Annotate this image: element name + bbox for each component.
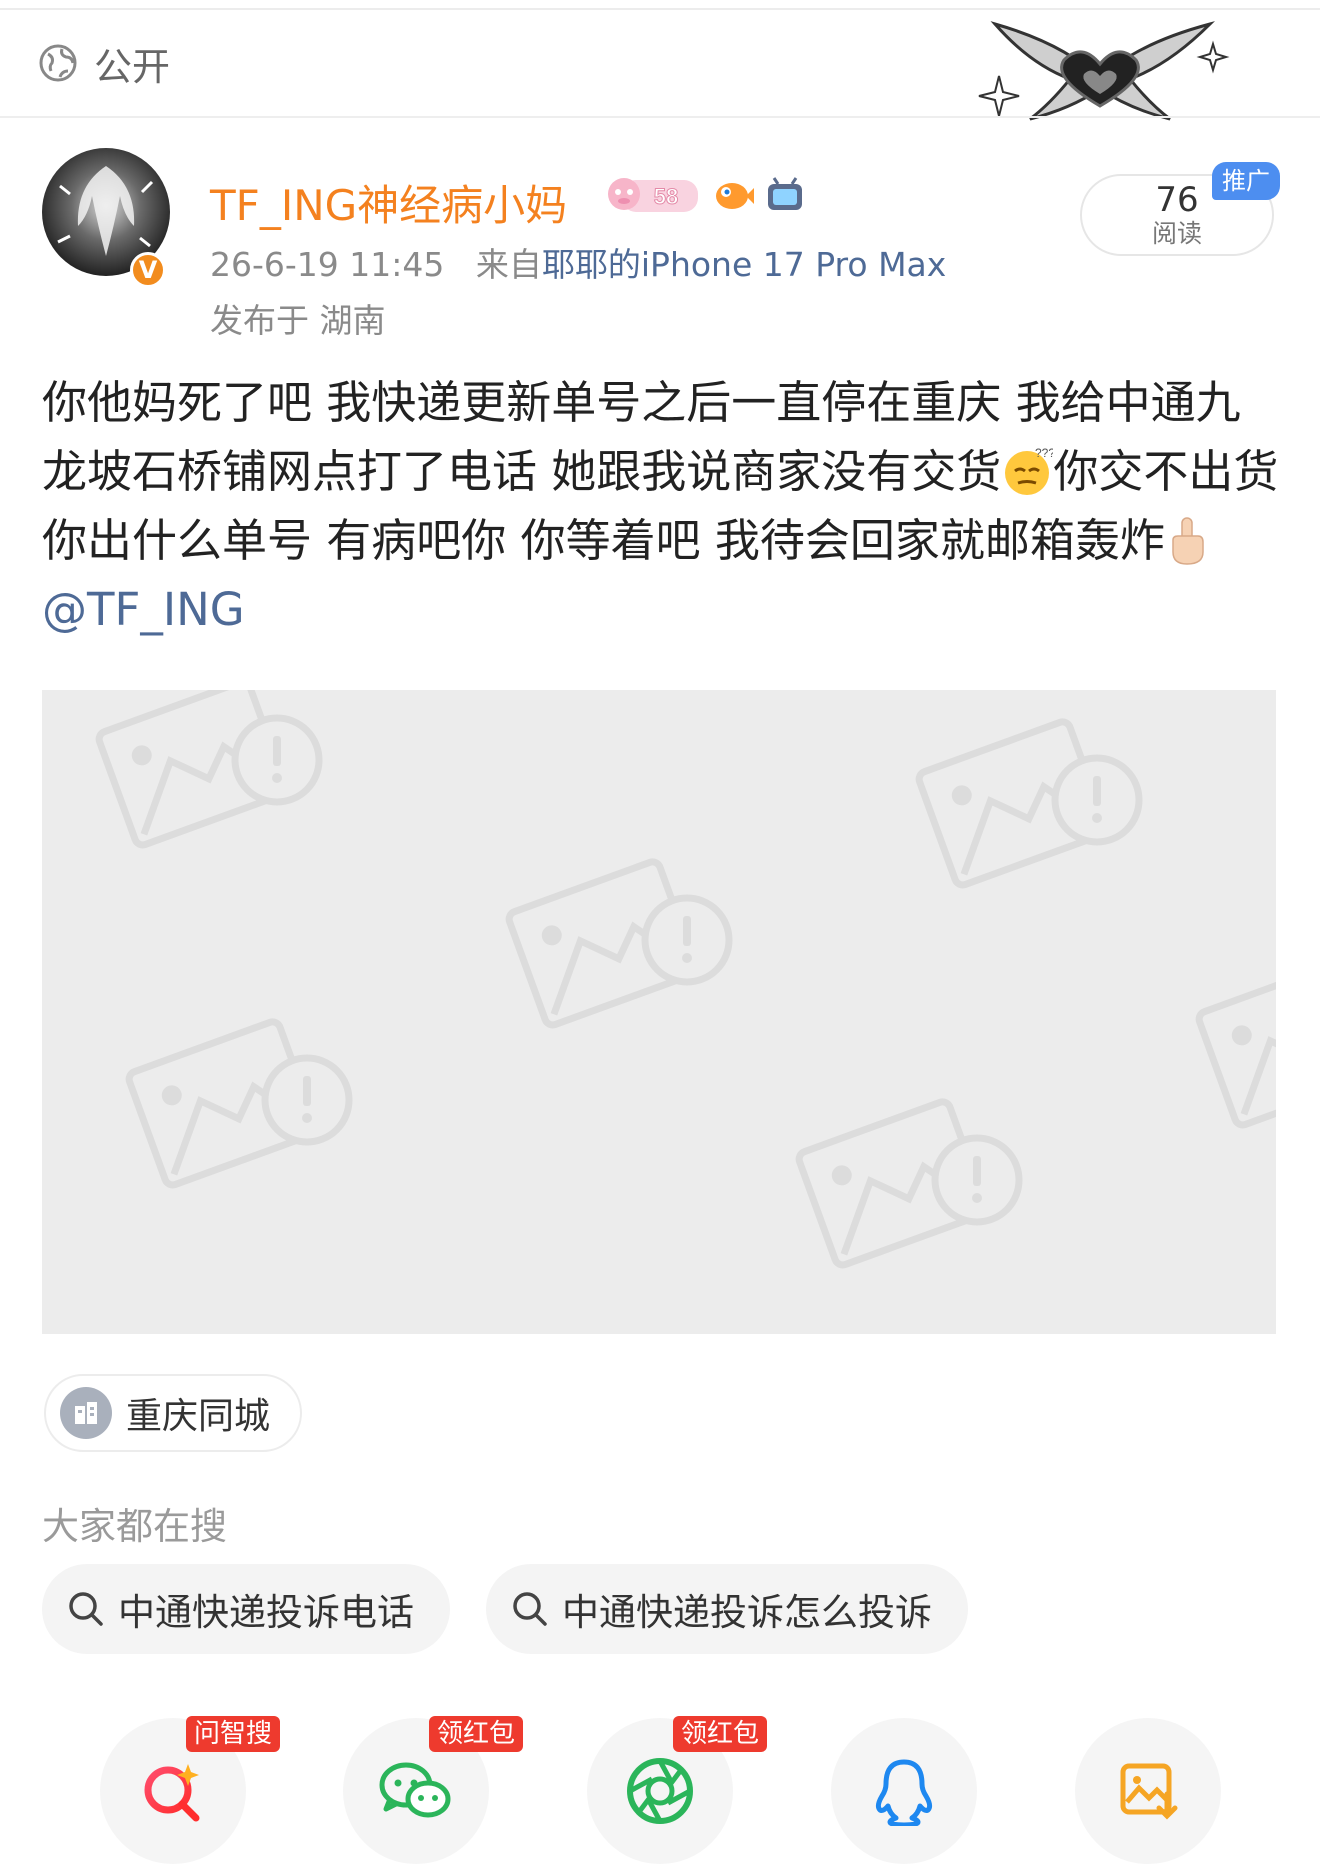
header-divider [0, 116, 1320, 118]
location-tag-label: 重庆同城 [126, 1396, 271, 1437]
read-label: 阅读 [1151, 219, 1202, 248]
share-moments-button[interactable]: 领红包 [587, 1716, 768, 1864]
middle-finger-emoji [1172, 517, 1204, 565]
share-qq-button[interactable] [831, 1718, 977, 1864]
image-placeholder[interactable] [42, 690, 1276, 1334]
wechat-icon [379, 1762, 451, 1818]
svg-text:???: ??? [1035, 446, 1053, 460]
moments-badge: 领红包 [673, 1716, 768, 1752]
visibility-label: 公开 [94, 44, 171, 89]
tv-badge-icon [768, 177, 802, 210]
mention-link[interactable]: @TF_ING [42, 583, 245, 636]
location-tag[interactable]: 重庆同城 [44, 1374, 303, 1452]
search-chip[interactable]: 中通快递投诉怎么投诉 [486, 1564, 968, 1654]
building-icon [60, 1387, 112, 1439]
search-chip-label: 中通快递投诉电话 [118, 1591, 414, 1634]
wechat-badge: 领红包 [429, 1716, 524, 1752]
post-location: 发布于 湖南 [210, 301, 386, 340]
confused-face-emoji: ??? [1005, 446, 1053, 495]
search-chip[interactable]: 中通快递投诉电话 [42, 1564, 450, 1654]
save-image-icon [1120, 1763, 1178, 1820]
share-save-image-button[interactable] [1075, 1718, 1221, 1864]
post-meta: 26-6-19 11:45 来自耶耶的iPhone 17 Pro Max [210, 238, 946, 286]
moments-icon [627, 1758, 693, 1824]
ai-search-icon [144, 1764, 200, 1822]
vip-level-text: 58 [654, 184, 678, 209]
search-icon [513, 1592, 547, 1626]
username[interactable]: TF_ING神经病小妈 [210, 172, 567, 233]
visibility-indicator[interactable]: 公开 [38, 38, 171, 89]
chain-heart-decoration [978, 21, 1230, 121]
share-ai-search-button[interactable]: 问智搜 [100, 1716, 281, 1864]
search-chip-label: 中通快递投诉怎么投诉 [562, 1591, 932, 1634]
top-divider [0, 8, 1320, 10]
search-icon [69, 1592, 103, 1626]
post-time: 26-6-19 11:45 [210, 245, 445, 284]
vip-level-badge[interactable]: 58 [602, 172, 702, 218]
promo-badge[interactable]: 推广 [1212, 162, 1280, 200]
verified-badge: V [130, 252, 166, 288]
post-text: 你他妈死了吧 我快递更新单号之后一直停在重庆 我给中通九龙坡石桥铺网点打了电话 … [42, 368, 1282, 644]
user-badges: 58 [602, 172, 806, 218]
share-wechat-button[interactable]: 领红包 [343, 1716, 524, 1864]
source-prefix: 来自 [475, 245, 542, 284]
trending-search-heading: 大家都在搜 [42, 1505, 227, 1548]
globe-icon [39, 44, 77, 82]
ai-search-badge: 问智搜 [186, 1716, 281, 1752]
broken-image-watermark-icons [42, 690, 1276, 1334]
source-device[interactable]: 耶耶的iPhone 17 Pro Max [542, 245, 946, 284]
fish-emoji-badge [716, 183, 754, 209]
qq-icon [875, 1759, 933, 1826]
